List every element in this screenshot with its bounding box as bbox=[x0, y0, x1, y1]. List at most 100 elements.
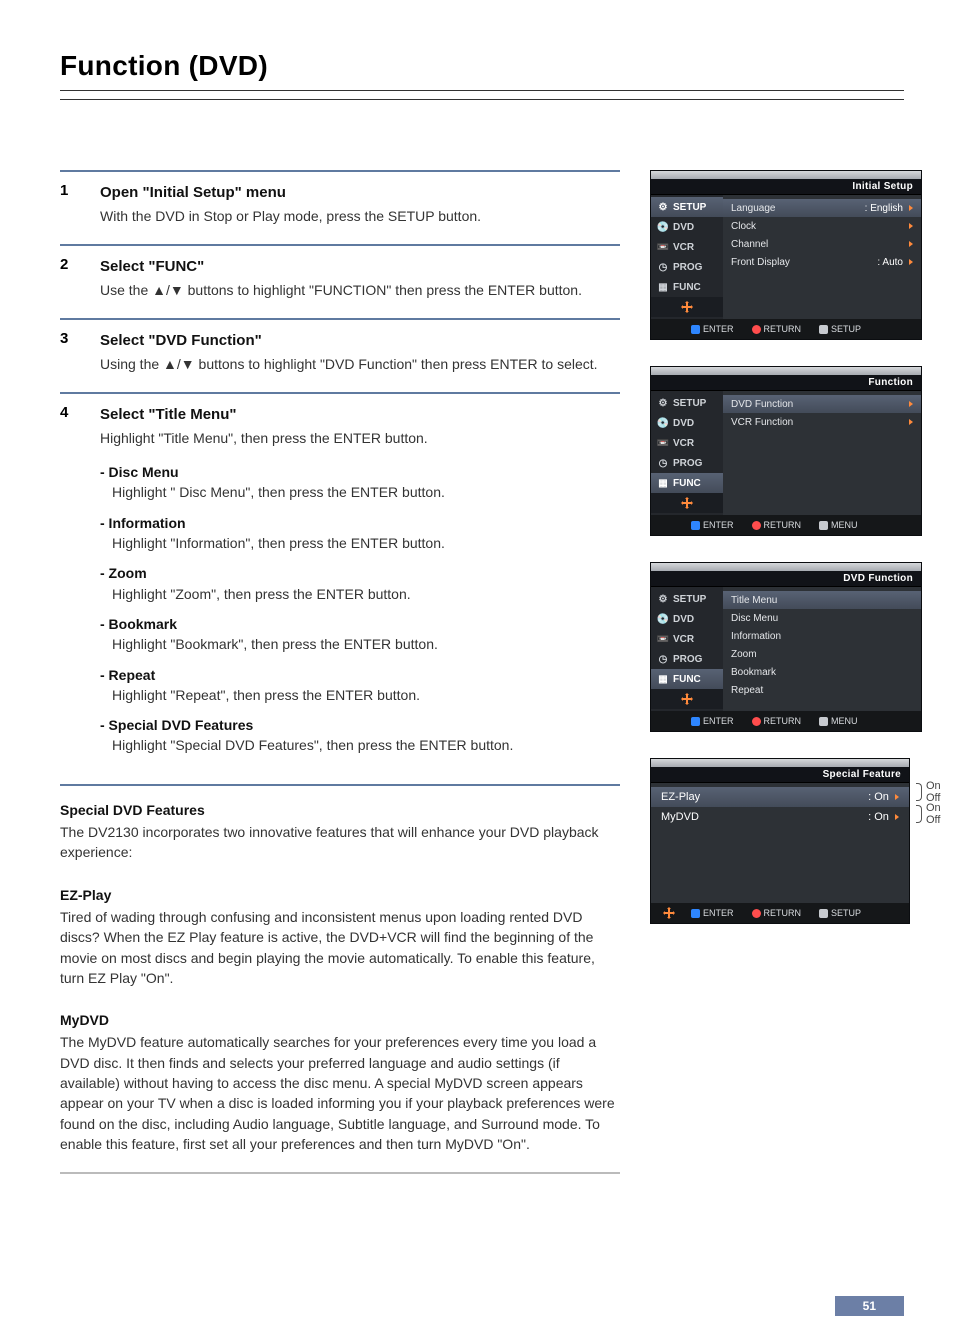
section-text: The MyDVD feature automatically searches… bbox=[60, 1032, 620, 1154]
tab-vcr[interactable]: 📼VCR bbox=[651, 629, 723, 649]
step-body: Select "DVD Function" Using the ▲/▼ butt… bbox=[100, 330, 620, 374]
tab-prog[interactable]: ◷PROG bbox=[651, 453, 723, 473]
tab-prog[interactable]: ◷PROG bbox=[651, 649, 723, 669]
step-body: Select "FUNC" Use the ▲/▼ buttons to hig… bbox=[100, 256, 620, 300]
arrow-icon bbox=[895, 814, 899, 820]
row-label: Front Display bbox=[731, 257, 790, 268]
pane-row-channel[interactable]: Channel bbox=[731, 235, 913, 253]
tab-vcr[interactable]: 📼VCR bbox=[651, 433, 723, 453]
tab-dvd[interactable]: 💿 DVD bbox=[651, 609, 723, 629]
pane-row-ezplay[interactable]: EZ-Play: On bbox=[651, 787, 909, 807]
row-value: : On bbox=[868, 811, 899, 823]
sub-heading: - Bookmark bbox=[100, 614, 620, 634]
tab-func[interactable]: ▦FUNC bbox=[651, 473, 723, 493]
step-text: Highlight "Title Menu", then press the E… bbox=[100, 428, 620, 448]
row-value: : English bbox=[865, 203, 913, 214]
pane-row-clock[interactable]: Clock bbox=[731, 217, 913, 235]
step-number: 2 bbox=[60, 256, 80, 300]
tab-label: VCR bbox=[673, 242, 694, 253]
tab-func[interactable]: ▦FUNC bbox=[651, 277, 723, 297]
step-heading: Select "Title Menu" bbox=[100, 404, 620, 426]
return-key-icon bbox=[752, 325, 761, 334]
pane-row-title-menu[interactable]: Title Menu bbox=[723, 591, 921, 609]
row-label: EZ-Play bbox=[661, 791, 700, 803]
footer-return: RETURN bbox=[752, 908, 802, 918]
osd-title: Function bbox=[651, 375, 921, 391]
return-key-icon bbox=[752, 521, 761, 530]
section-ezplay: EZ-Play Tired of wading through confusin… bbox=[60, 885, 620, 988]
setup-key-icon bbox=[819, 909, 828, 918]
arrow-icon bbox=[909, 259, 913, 265]
osd-tabs: ⚙SETUP 💿DVD 📼VCR ◷PROG ▦FUNC bbox=[651, 391, 723, 515]
row-label: VCR Function bbox=[731, 417, 793, 428]
return-key-icon bbox=[752, 717, 761, 726]
osd-tabs: ⚙SETUP 💿DVD 📼 VCR ◷PROG ▦FUNC bbox=[651, 195, 723, 319]
osd-special-feature: Special Feature EZ-Play: On MyDVD: On EN… bbox=[650, 758, 910, 924]
row-label: Bookmark bbox=[731, 667, 776, 678]
tab-label: PROG bbox=[673, 654, 702, 665]
tab-setup[interactable]: ⚙SETUP bbox=[651, 197, 723, 217]
tab-dvd[interactable]: 💿DVD bbox=[651, 217, 723, 237]
footer-menu: MENU bbox=[819, 716, 858, 726]
pane-row-disc-menu[interactable]: Disc Menu bbox=[731, 609, 913, 627]
tab-prog[interactable]: ◷PROG bbox=[651, 257, 723, 277]
move-icon bbox=[651, 297, 723, 317]
pane-row-bookmark[interactable]: Bookmark bbox=[731, 663, 913, 681]
pane-row-repeat[interactable]: Repeat bbox=[731, 681, 913, 699]
sub-list: - Disc Menu Highlight " Disc Menu", then… bbox=[100, 462, 620, 756]
subitem-information: - Information Highlight "Information", t… bbox=[100, 513, 620, 554]
tab-label: SETUP bbox=[673, 202, 706, 213]
pane-row-zoom[interactable]: Zoom bbox=[731, 645, 913, 663]
footer-setup: SETUP bbox=[819, 324, 861, 334]
section-heading: MyDVD bbox=[60, 1010, 620, 1030]
pane-row-mydvd[interactable]: MyDVD: On bbox=[661, 807, 899, 827]
row-label: Channel bbox=[731, 239, 768, 250]
func-icon: ▦ bbox=[657, 673, 669, 685]
tab-label: DVD bbox=[673, 418, 694, 429]
tab-label: FUNC bbox=[673, 282, 701, 293]
step-2: 2 Select "FUNC" Use the ▲/▼ buttons to h… bbox=[60, 244, 620, 318]
step-number: 1 bbox=[60, 182, 80, 226]
footer-setup: SETUP bbox=[819, 908, 861, 918]
sub-desc: Highlight "Special DVD Features", then p… bbox=[100, 735, 620, 755]
tab-func[interactable]: ▦FUNC bbox=[651, 669, 723, 689]
tab-dvd[interactable]: 💿DVD bbox=[651, 413, 723, 433]
osd-title: Special Feature bbox=[651, 767, 909, 783]
step-heading: Select "FUNC" bbox=[100, 256, 620, 278]
osd-pane: Language: English Clock Channel Front Di… bbox=[723, 195, 921, 319]
osd-footer: ENTER RETURN SETUP bbox=[651, 319, 921, 339]
footer-enter: ENTER bbox=[691, 520, 734, 530]
arrow-icon bbox=[909, 223, 913, 229]
vcr-icon: 📼 bbox=[657, 241, 669, 253]
sub-desc: Highlight "Zoom", then press the ENTER b… bbox=[100, 584, 620, 604]
header-rule bbox=[60, 99, 904, 100]
tab-label: SETUP bbox=[673, 594, 706, 605]
left-column: 1 Open "Initial Setup" menu With the DVD… bbox=[60, 170, 620, 1174]
dvd-icon: 💿 bbox=[657, 613, 669, 625]
sub-heading: - Information bbox=[100, 513, 620, 533]
tab-vcr[interactable]: 📼 VCR bbox=[651, 237, 723, 257]
osd-dvd-function: DVD Function ⚙SETUP 💿DVD 📼VCR ◷PROG ▦FUN… bbox=[650, 562, 922, 732]
pane-row-vcr-function[interactable]: VCR Function bbox=[731, 413, 913, 431]
dvd-icon: 💿 bbox=[657, 221, 669, 233]
vcr-icon: 📼 bbox=[657, 633, 669, 645]
tab-label: VCR bbox=[673, 438, 694, 449]
bracket-mydvd: On Off bbox=[916, 804, 941, 824]
pane-row-information[interactable]: Information bbox=[731, 627, 913, 645]
osd-pane: DVD Function VCR Function bbox=[723, 391, 921, 515]
step-body: Select "Title Menu" Highlight "Title Men… bbox=[100, 404, 620, 766]
step-text: With the DVD in Stop or Play mode, press… bbox=[100, 206, 620, 226]
pane-row-dvd-function[interactable]: DVD Function bbox=[723, 395, 921, 413]
step-number: 3 bbox=[60, 330, 80, 374]
pane-row-front-display[interactable]: Front Display: Auto bbox=[731, 253, 913, 271]
setup-key-icon bbox=[819, 325, 828, 334]
tab-label: FUNC bbox=[673, 478, 701, 489]
footer-return: RETURN bbox=[752, 716, 802, 726]
step-text: Use the ▲/▼ buttons to highlight "FUNCTI… bbox=[100, 280, 620, 300]
tab-label: DVD bbox=[673, 614, 694, 625]
row-label: Clock bbox=[731, 221, 756, 232]
tab-setup[interactable]: ⚙SETUP bbox=[651, 393, 723, 413]
pane-row-language[interactable]: Language: English bbox=[723, 199, 921, 217]
footer-enter: ENTER bbox=[691, 908, 734, 918]
tab-setup[interactable]: ⚙SETUP bbox=[651, 589, 723, 609]
